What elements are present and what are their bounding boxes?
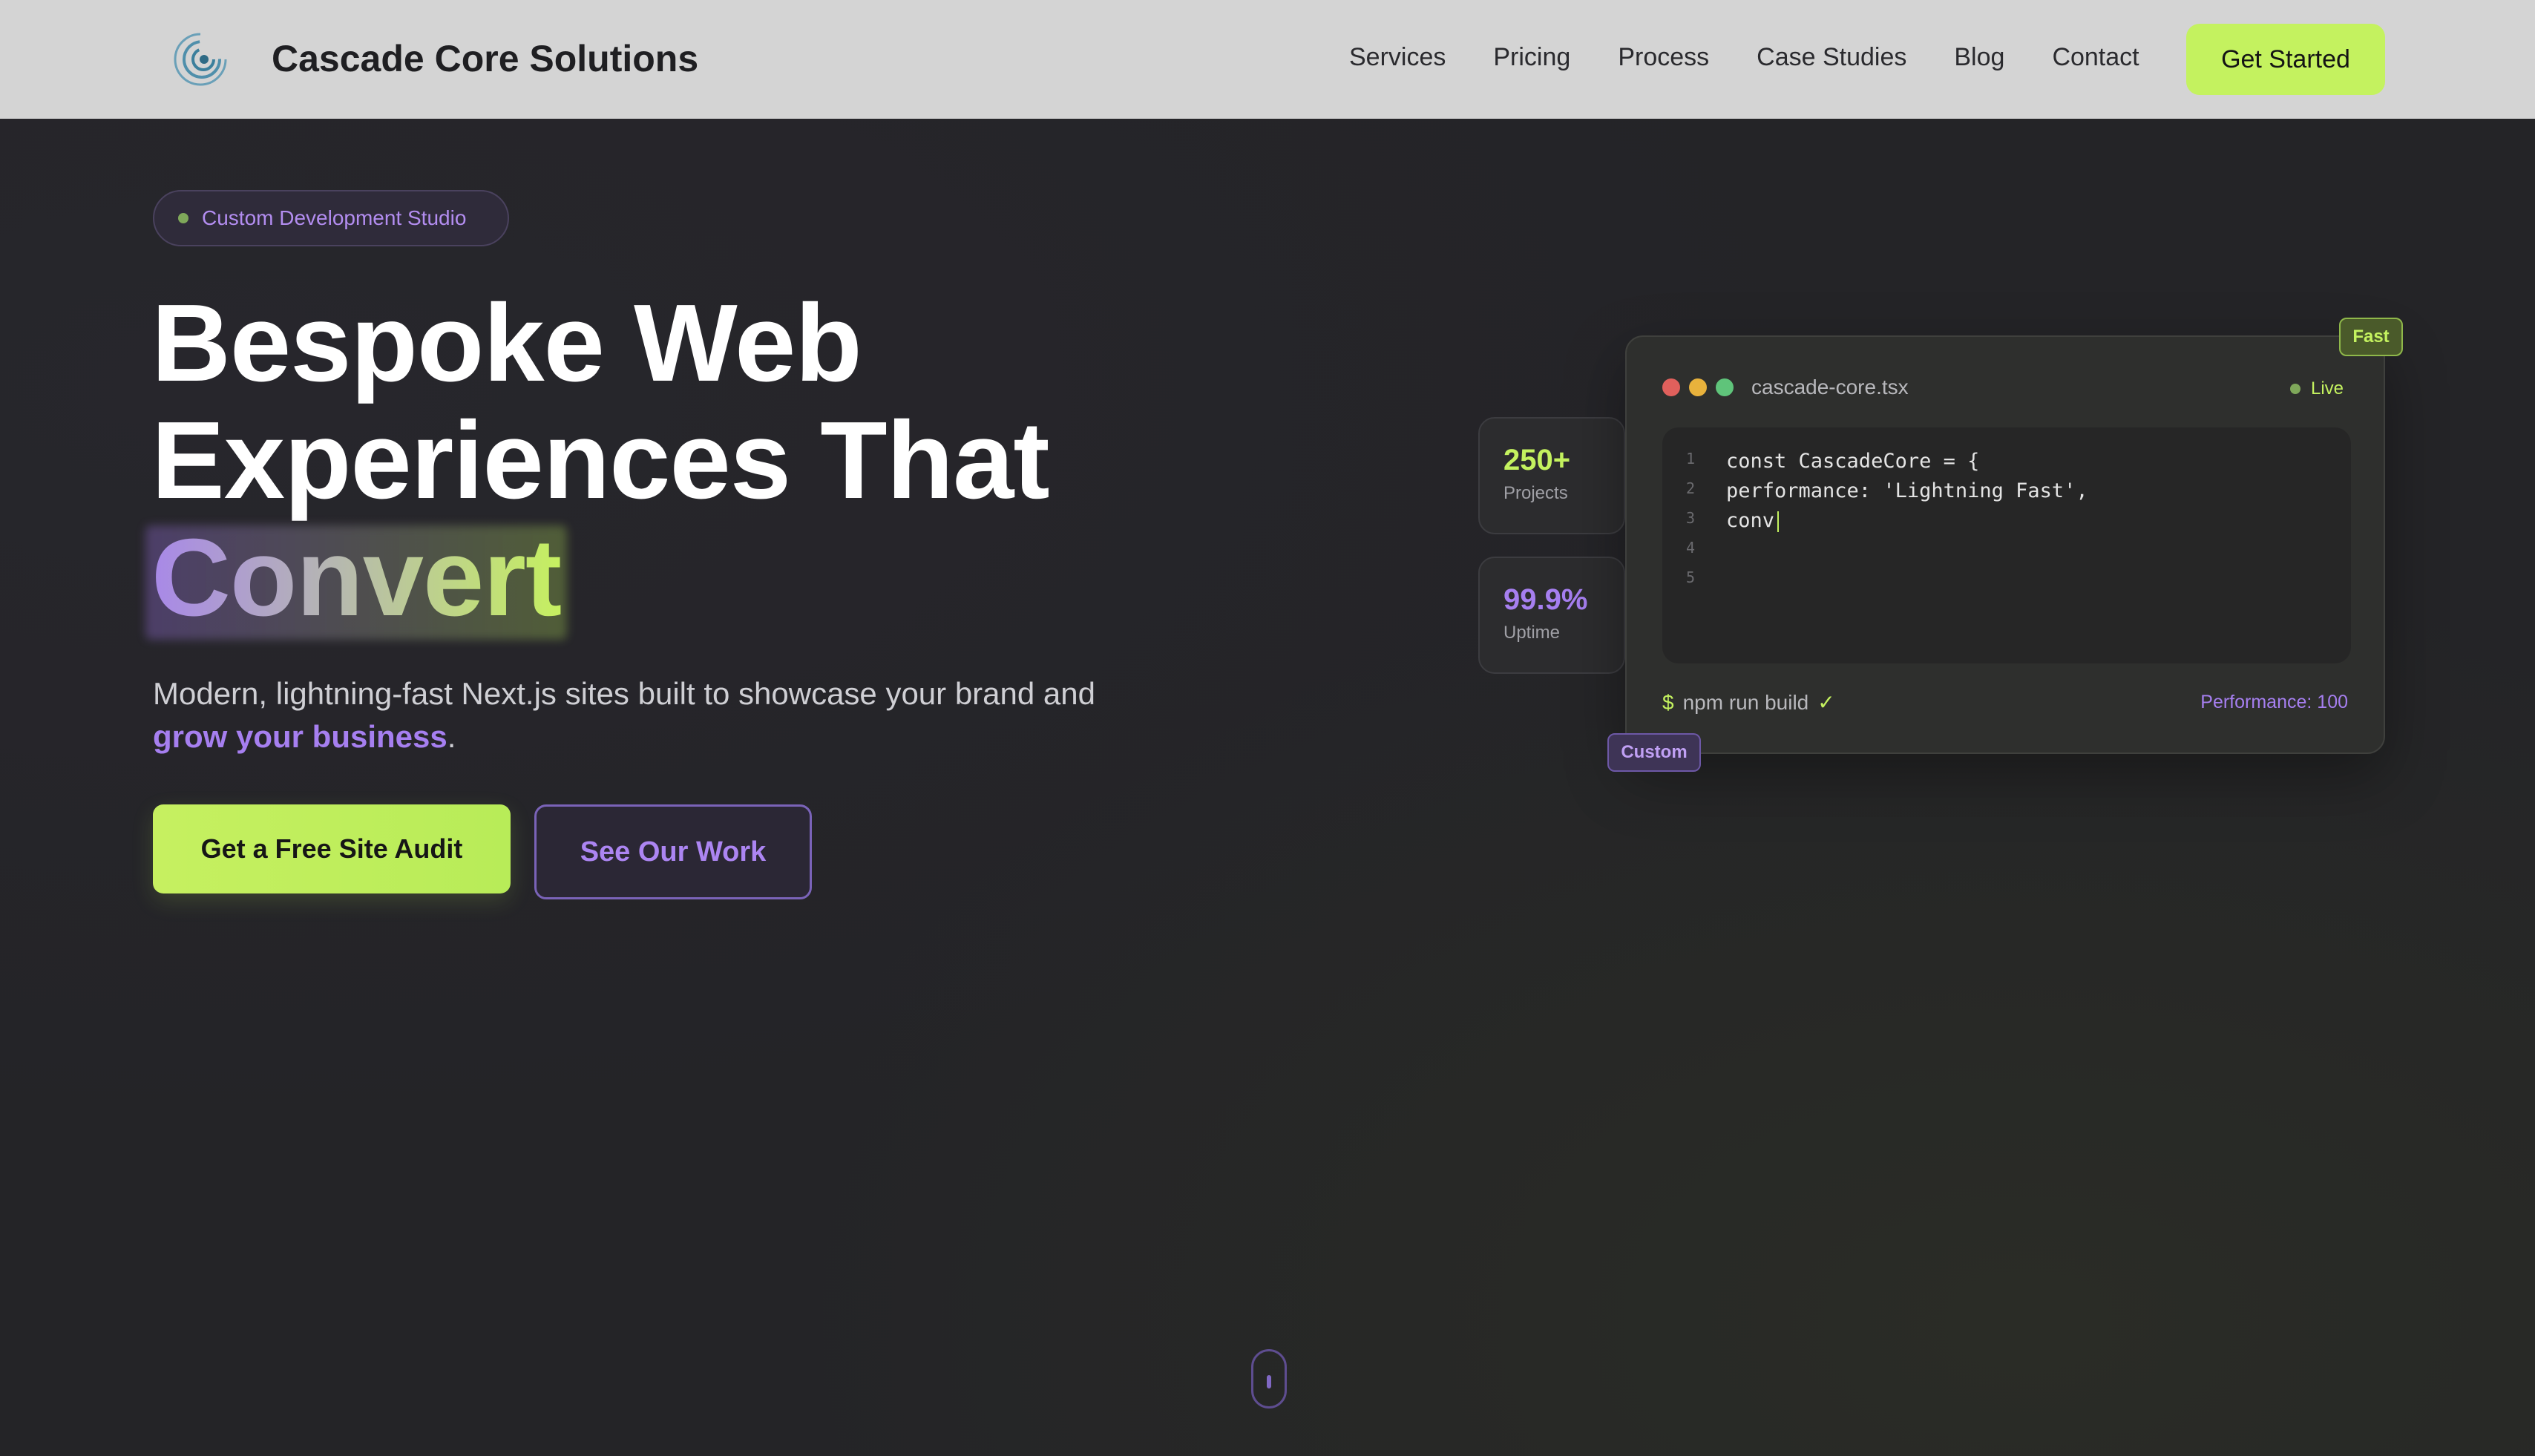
command-text: npm run build <box>1682 691 1809 714</box>
code-line-current: conv <box>1726 509 1780 532</box>
get-started-button[interactable]: Get Started <box>2186 24 2385 95</box>
spiral-logo-icon[interactable] <box>171 30 230 89</box>
nav-links: Services Pricing Process Case Studies Bl… <box>1349 43 2187 72</box>
nav-link-blog[interactable]: Blog <box>1954 43 2004 72</box>
stat-card-uptime: 99.9% Uptime <box>1478 557 1625 674</box>
subtitle-end: . <box>447 719 456 754</box>
headline-highlight: Convert <box>145 517 568 640</box>
line-number: 4 <box>1686 539 1696 557</box>
see-our-work-button[interactable]: See Our Work <box>534 804 812 899</box>
navbar: Cascade Core Solutions Services Pricing … <box>0 0 2535 119</box>
close-dot-icon <box>1662 378 1680 396</box>
code-area: 1 2 3 4 5 const CascadeCore = { performa… <box>1662 427 2351 663</box>
live-status: Live <box>2290 378 2344 399</box>
line-number: 1 <box>1686 450 1696 468</box>
scroll-wheel <box>1267 1375 1271 1388</box>
text-caret <box>1777 511 1780 532</box>
status-dot-icon <box>178 213 188 223</box>
custom-tag: Custom <box>1607 733 1701 772</box>
nav-link-contact[interactable]: Contact <box>2052 43 2139 72</box>
fast-tag: Fast <box>2339 318 2403 356</box>
headline-line-2: Experiences That <box>151 399 1050 522</box>
editor-filename: cascade-core.tsx <box>1751 376 1909 399</box>
maximize-dot-icon <box>1716 378 1734 396</box>
code-editor-card: cascade-core.tsx Live 1 2 3 4 5 const Ca… <box>1625 335 2385 754</box>
live-dot-icon <box>2290 384 2300 394</box>
hero-subtitle: Modern, lightning-fast Next.js sites bui… <box>153 672 1192 758</box>
line-number: 5 <box>1686 568 1696 586</box>
hero-headline: Bespoke Web Experiences That Convert <box>145 282 1050 640</box>
studio-badge: Custom Development Studio <box>153 190 509 246</box>
code-line-text: conv <box>1726 509 1775 532</box>
headline-line-1: Bespoke Web <box>151 282 862 404</box>
code-line: const CascadeCore = { <box>1726 450 1980 473</box>
free-site-audit-button[interactable]: Get a Free Site Audit <box>153 804 511 893</box>
studio-badge-label: Custom Development Studio <box>202 206 467 229</box>
build-command: $ npm run build ✓ <box>1662 690 1835 715</box>
nav-link-process[interactable]: Process <box>1618 43 1709 72</box>
subtitle-accent: grow your business <box>153 719 447 754</box>
minimize-dot-icon <box>1689 378 1707 396</box>
mouse-scroll-icon[interactable] <box>1251 1349 1287 1409</box>
headline-highlight-text: Convert <box>151 517 562 639</box>
code-line: performance: 'Lightning Fast', <box>1726 479 2088 502</box>
stat-value: 99.9% <box>1503 583 1588 616</box>
stat-label: Uptime <box>1503 623 1561 643</box>
brand-name[interactable]: Cascade Core Solutions <box>272 37 698 80</box>
stat-label: Projects <box>1503 483 1568 503</box>
prompt-symbol: $ <box>1662 691 1674 714</box>
line-number: 2 <box>1686 479 1696 497</box>
stat-card-projects: 250+ Projects <box>1478 417 1625 534</box>
subtitle-text: Modern, lightning-fast Next.js sites bui… <box>153 676 1095 711</box>
line-number: 3 <box>1686 509 1696 527</box>
headline-line-3: Convert <box>145 517 1049 640</box>
check-icon: ✓ <box>1817 691 1835 714</box>
performance-score: Performance: 100 <box>2200 692 2348 712</box>
nav-link-case-studies[interactable]: Case Studies <box>1757 43 1906 72</box>
live-status-label: Live <box>2311 378 2344 399</box>
stat-value: 250+ <box>1503 444 1571 476</box>
nav-link-pricing[interactable]: Pricing <box>1493 43 1570 72</box>
nav-link-services[interactable]: Services <box>1349 43 1446 72</box>
